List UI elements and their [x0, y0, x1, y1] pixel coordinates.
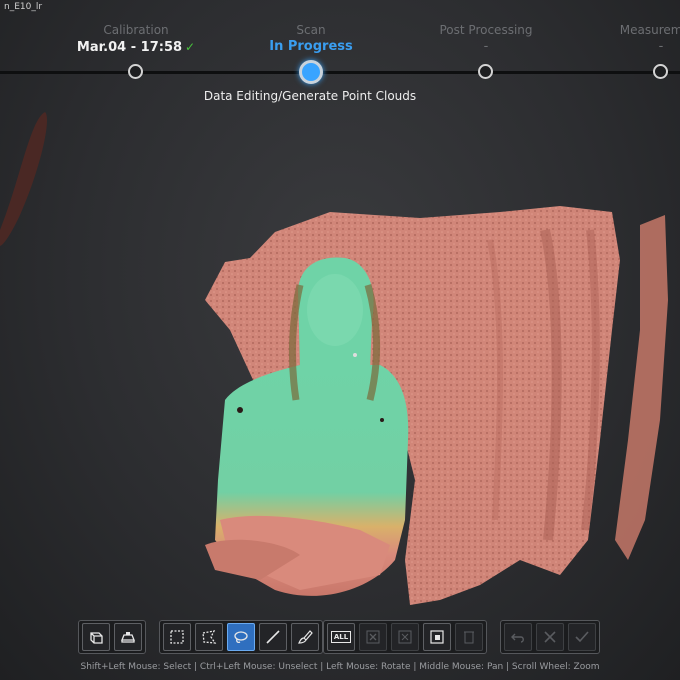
- selection-toolbar-group: [159, 620, 323, 654]
- brush-select-icon: [298, 630, 313, 644]
- mouse-hint-bar: Shift+Left Mouse: Select | Ctrl+Left Mou…: [80, 662, 600, 672]
- layers-button[interactable]: [114, 623, 142, 651]
- select-all-icon: ALL: [330, 631, 352, 643]
- step-status: -: [483, 39, 489, 54]
- step-status: Mar.04 - 17:58 ✓: [51, 38, 221, 57]
- trash-icon: [464, 631, 474, 644]
- step-measurement[interactable]: Measurement -: [576, 22, 680, 56]
- line-select-button[interactable]: [259, 623, 287, 651]
- step-status-text: Mar.04 - 17:58: [76, 40, 183, 55]
- step-name: Post Processing: [439, 23, 533, 37]
- workflow-timeline: Calibration Mar.04 - 17:58 ✓ Scan In Prog…: [0, 0, 680, 120]
- edit-toolbar-group: ALL: [323, 620, 487, 654]
- history-toolbar-group: [500, 620, 600, 654]
- cancel-button[interactable]: [536, 623, 564, 651]
- step-name: Calibration: [103, 23, 169, 37]
- timeline-track: [0, 71, 680, 74]
- step-name: Measurement: [619, 23, 680, 37]
- isolate-icon: [430, 630, 444, 644]
- step-calibration[interactable]: Calibration Mar.04 - 17:58 ✓: [51, 22, 221, 57]
- undo-button[interactable]: [504, 623, 532, 651]
- crop-icon: [398, 630, 412, 644]
- step-post-processing[interactable]: Post Processing -: [401, 22, 571, 56]
- polygon-select-icon: [202, 630, 217, 644]
- delete-button[interactable]: [359, 623, 387, 651]
- point-cloud-fragment-left: [0, 112, 48, 246]
- rect-select-button[interactable]: [163, 623, 191, 651]
- view-toolbar-group: [78, 620, 146, 654]
- select-all-button[interactable]: ALL: [327, 623, 355, 651]
- confirm-button[interactable]: [568, 623, 596, 651]
- trash-button[interactable]: [455, 623, 483, 651]
- step-calibration-node[interactable]: [128, 64, 143, 79]
- layers-icon: [121, 632, 135, 643]
- step-scan[interactable]: Scan In Progress: [226, 22, 396, 56]
- isolate-button[interactable]: [423, 623, 451, 651]
- brush-select-button[interactable]: [291, 623, 319, 651]
- view-cube-button[interactable]: [82, 623, 110, 651]
- lasso-select-icon: [234, 631, 248, 644]
- line-select-icon: [266, 630, 280, 644]
- delete-icon: [366, 630, 380, 644]
- step-measurement-node[interactable]: [653, 64, 668, 79]
- scanner-app: n_E10_lr Calibration Mar.04 - 17:58 ✓ Sca…: [0, 0, 680, 680]
- step-scan-node[interactable]: [299, 60, 323, 84]
- view-cube-icon: [90, 632, 103, 644]
- rect-select-icon: [170, 630, 184, 644]
- check-icon: ✓: [185, 40, 196, 54]
- step-post-processing-node[interactable]: [478, 64, 493, 79]
- lasso-select-button[interactable]: [227, 623, 255, 651]
- point-cloud-fragment-right: [615, 215, 668, 560]
- polygon-select-button[interactable]: [195, 623, 223, 651]
- undo-icon: [511, 633, 524, 643]
- cancel-icon: [544, 631, 556, 643]
- crop-button[interactable]: [391, 623, 419, 651]
- step-name: Scan: [296, 23, 326, 37]
- confirm-icon: [575, 631, 589, 643]
- step-status: In Progress: [269, 39, 353, 54]
- step-status: -: [658, 39, 664, 54]
- current-substep-label: Data Editing/Generate Point Clouds: [203, 89, 417, 103]
